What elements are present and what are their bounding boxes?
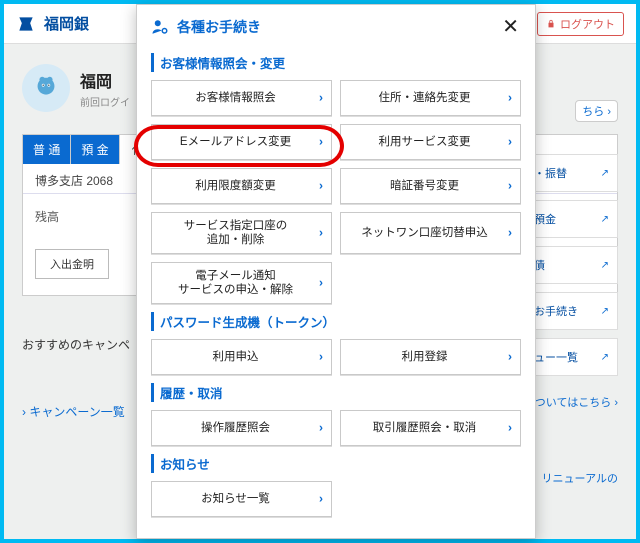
modal-button-label: 住所・連絡先変更 xyxy=(379,91,471,105)
last-login-label: 前回ログイ xyxy=(80,94,130,109)
modal-button-0-1[interactable]: 住所・連絡先変更 › xyxy=(340,80,521,116)
modal-button-label: Eメールアドレス変更 xyxy=(180,135,291,149)
modal-button-label: 利用限度額変更 xyxy=(195,179,276,193)
balance-label: 残高 xyxy=(35,208,59,225)
modal-button-0-0[interactable]: お客様情報照会 › xyxy=(151,80,332,116)
modal-button-0-2[interactable]: Eメールアドレス変更 › xyxy=(151,124,332,160)
modal-button-0-5[interactable]: 暗証番号変更 › xyxy=(340,168,521,204)
chevron-right-icon: › xyxy=(319,91,323,106)
external-link-icon: ↗ xyxy=(601,214,609,225)
modal-button-grid: お客様情報照会›住所・連絡先変更›Eメールアドレス変更›利用サービス変更›利用限… xyxy=(151,80,521,304)
modal-button-label: 暗証番号変更 xyxy=(390,179,459,193)
modal-button-0-3[interactable]: 利用サービス変更 › xyxy=(340,124,521,160)
modal-section-0: お客様情報照会・変更お客様情報照会›住所・連絡先変更›Eメールアドレス変更›利用… xyxy=(151,53,521,304)
chevron-right-icon: › xyxy=(508,350,512,365)
modal-button-0-8[interactable]: 電子メール通知 サービスの申込・解除 › xyxy=(151,262,332,304)
modal-button-3-0[interactable]: お知らせ一覧 › xyxy=(151,481,332,517)
modal-button-2-1[interactable]: 取引履歴照会・取消 › xyxy=(340,410,521,446)
chevron-right-icon: › xyxy=(508,91,512,106)
modal-button-1-0[interactable]: 利用申込 › xyxy=(151,339,332,375)
person-gear-icon xyxy=(151,18,169,36)
chevron-right-icon: › xyxy=(319,276,323,291)
chevron-right-icon: › xyxy=(508,135,512,150)
about-link[interactable]: についてはこちら › xyxy=(524,397,618,409)
external-link-icon: ↗ xyxy=(601,306,609,317)
modal-button-label: 操作履歴照会 xyxy=(201,421,270,435)
chevron-right-icon: › xyxy=(319,350,323,365)
tab-deposit[interactable]: 預 金 xyxy=(71,135,119,164)
modal-button-label: お客様情報照会 xyxy=(195,91,276,105)
chevron-right-icon: › xyxy=(508,421,512,436)
avatar-mascot-icon xyxy=(31,73,61,103)
chevron-right-icon: › xyxy=(319,421,323,436)
modal-section-2: 履歴・取消操作履歴照会 › 取引履歴照会・取消 › xyxy=(151,383,521,446)
modal-title: 各種お手続き xyxy=(177,17,498,37)
lock-icon xyxy=(546,19,556,29)
campaign-list-link[interactable]: キャンペーン一覧 xyxy=(22,405,125,419)
external-link-icon: ↗ xyxy=(601,352,609,363)
external-link-icon: ↗ xyxy=(601,260,609,271)
logout-button[interactable]: ログアウト xyxy=(537,12,624,36)
procedures-modal: 各種お手続き ✕ お客様情報照会・変更お客様情報照会›住所・連絡先変更›Eメール… xyxy=(136,4,536,539)
bank-logo-icon xyxy=(16,14,36,34)
transaction-history-button[interactable]: 入出金明 xyxy=(35,249,109,279)
modal-button-label: サービス指定口座の 追加・削除 xyxy=(184,219,288,248)
chevron-right-icon: › xyxy=(508,226,512,241)
close-icon: ✕ xyxy=(502,16,519,38)
modal-section-title: 履歴・取消 xyxy=(151,383,521,402)
avatar xyxy=(22,64,70,112)
chevron-right-icon: › xyxy=(319,492,323,507)
user-name: 福岡 xyxy=(80,68,130,92)
modal-section-3: お知らせお知らせ一覧 › xyxy=(151,454,521,517)
peek-link-pill[interactable]: ちら › xyxy=(575,100,618,122)
modal-button-grid: 操作履歴照会 › 取引履歴照会・取消 › xyxy=(151,410,521,446)
modal-close-button[interactable]: ✕ xyxy=(498,15,523,39)
bank-name: 福岡銀 xyxy=(44,13,89,34)
modal-section-title: パスワード生成機（トークン） xyxy=(151,312,521,331)
modal-button-0-6[interactable]: サービス指定口座の 追加・削除 › xyxy=(151,212,332,254)
logout-label: ログアウト xyxy=(560,16,615,32)
modal-button-label: 利用申込 xyxy=(213,350,259,364)
chevron-right-icon: › xyxy=(319,179,323,194)
modal-button-0-7[interactable]: ネットワン口座切替申込 › xyxy=(340,212,521,254)
modal-button-label: 利用サービス変更 xyxy=(379,135,471,149)
external-link-icon: ↗ xyxy=(601,168,609,179)
tab-ordinary[interactable]: 普 通 xyxy=(23,135,71,164)
modal-button-label: 利用登録 xyxy=(402,350,448,364)
modal-section-title: お客様情報照会・変更 xyxy=(151,53,521,72)
modal-button-label: 電子メール通知 サービスの申込・解除 xyxy=(178,269,293,298)
chevron-right-icon: › xyxy=(319,226,323,241)
modal-button-2-0[interactable]: 操作履歴照会 › xyxy=(151,410,332,446)
modal-button-label: ネットワン口座切替申込 xyxy=(361,226,488,240)
modal-button-1-1[interactable]: 利用登録 › xyxy=(340,339,521,375)
modal-button-0-4[interactable]: 利用限度額変更 › xyxy=(151,168,332,204)
modal-button-grid: 利用申込 › 利用登録 › xyxy=(151,339,521,375)
modal-button-label: お知らせ一覧 xyxy=(201,492,270,506)
modal-section-title: お知らせ xyxy=(151,454,521,473)
chevron-right-icon: › xyxy=(319,135,323,150)
modal-button-grid: お知らせ一覧 › xyxy=(151,481,521,517)
chevron-right-icon: › xyxy=(508,179,512,194)
modal-button-label: 取引履歴照会・取消 xyxy=(373,421,477,435)
modal-section-1: パスワード生成機（トークン） 利用申込 › 利用登録 › xyxy=(151,312,521,375)
